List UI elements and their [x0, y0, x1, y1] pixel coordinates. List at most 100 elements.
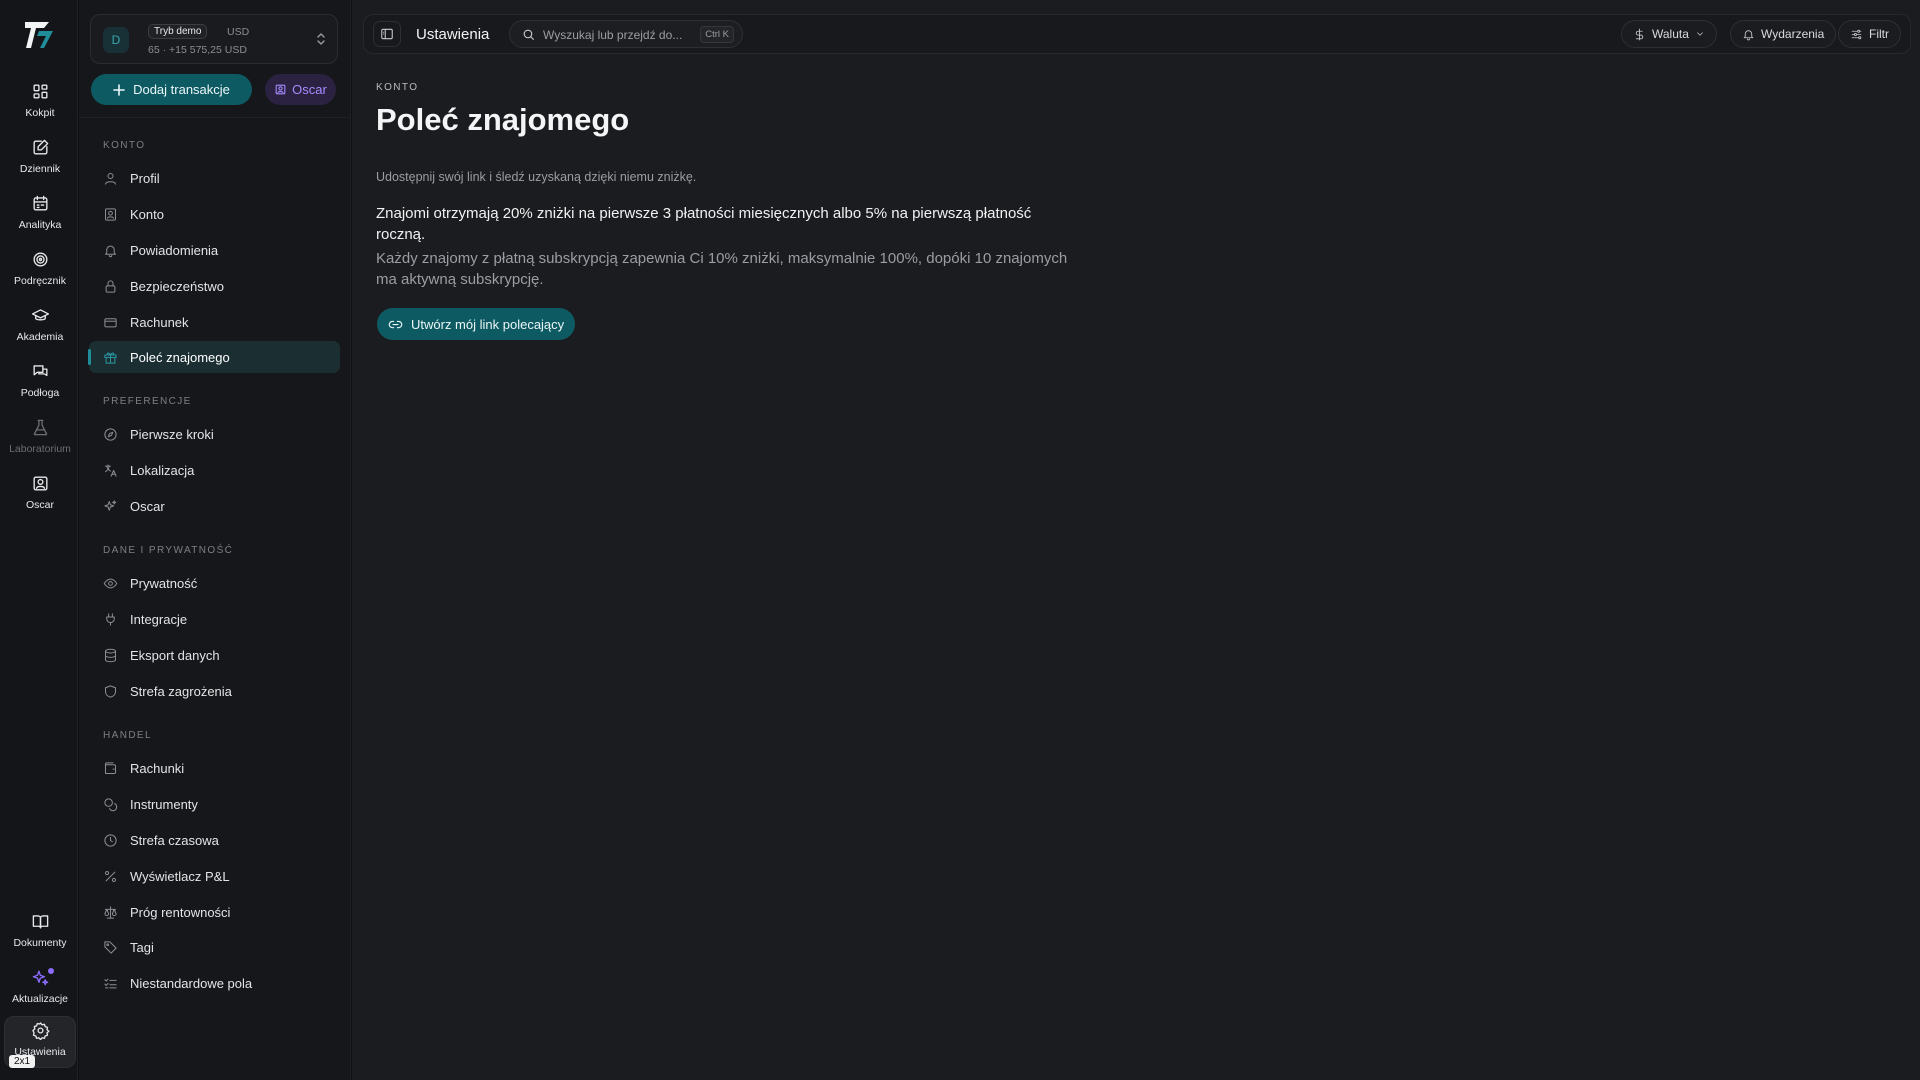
coins-icon [104, 797, 118, 811]
sidebar-item-niestandardowe-pola[interactable]: Niestandardowe pola [89, 967, 340, 999]
account-currency: USD [227, 26, 250, 38]
rail-dokumenty[interactable]: Dokumenty [4, 908, 76, 960]
sidebar-item-pierwsze-kroki[interactable]: Pierwsze kroki [89, 418, 340, 450]
events-label: Wydarzenia [1761, 27, 1825, 41]
section-title-dane: DANE I PRYWATNOŚĆ [103, 545, 234, 556]
rail-analityka[interactable]: Analityka [4, 190, 76, 242]
sidebar-item-bezpieczenstwo[interactable]: Bezpieczeństwo [89, 270, 340, 302]
sidebar-item-label: Integracje [130, 611, 188, 627]
section-title-handel: HANDEL [103, 730, 152, 741]
sparkle-icon [32, 970, 48, 986]
sidebar-toggle-icon [381, 28, 393, 40]
eye-icon [103, 578, 118, 588]
top-bar: Ustawienia Wyszukaj lub przejdź do... Ct… [363, 14, 1911, 54]
account-avatar: D [103, 27, 129, 53]
sidebar-item-label: Lokalizacja [130, 462, 195, 478]
contact-card-icon [105, 207, 116, 221]
tag-icon [104, 940, 117, 954]
book-icon [32, 915, 48, 929]
chat-icon [32, 365, 48, 377]
rail-label: Akademia [16, 331, 64, 343]
sidebar-item-lokalizacja[interactable]: Lokalizacja [89, 454, 340, 486]
sidebar-item-prywatnosc[interactable]: Prywatność [89, 567, 340, 599]
app-logo[interactable] [22, 18, 56, 52]
sidebar-item-label: Strefa czasowa [130, 832, 219, 848]
sidebar-item-label: Tagi [130, 939, 154, 955]
sidebar-item-konto[interactable]: Konto [89, 198, 340, 230]
rail-label: Dziennik [19, 163, 61, 175]
rail-podloga[interactable]: Podłoga [4, 358, 76, 410]
sidebar-item-tagi[interactable]: Tagi [89, 931, 340, 963]
rail-aktualizacje[interactable]: Aktualizacje [4, 964, 76, 1016]
sidebar-toggle-button[interactable] [373, 21, 401, 47]
sidebar-item-prog-rentownosci[interactable]: Próg rentowności [89, 896, 340, 928]
rail-akademia[interactable]: Akademia [4, 302, 76, 354]
sidebar-item-integracje[interactable]: Integracje [89, 603, 340, 635]
database-icon [105, 648, 116, 662]
zoom-badge: 2x1 [9, 1055, 36, 1068]
graduation-cap-icon [31, 309, 49, 321]
sidebar-item-strefa-czasowa[interactable]: Strefa czasowa [89, 824, 340, 856]
sidebar-item-label: Profil [130, 170, 160, 186]
sidebar-item-label: Rachunek [130, 314, 189, 330]
add-transaction-button[interactable]: Dodaj transakcje [91, 74, 252, 105]
sidebar-item-strefa-zagrozenia[interactable]: Strefa zagrożenia [89, 675, 340, 707]
target-icon [32, 252, 48, 267]
sidebar-item-eksport-danych[interactable]: Eksport danych [89, 639, 340, 671]
rail-label: Analityka [18, 219, 62, 231]
sidebar-item-label: Konto [130, 206, 164, 222]
sidebar-item-label: Niestandardowe pola [130, 975, 253, 991]
oscar-label: Oscar [292, 82, 327, 97]
sidebar-item-wyswietlacz-pl[interactable]: Wyświetlacz P&L [89, 860, 340, 892]
events-button[interactable]: Wydarzenia [1730, 20, 1837, 48]
sidebar-item-polec-znajomego[interactable]: Poleć znajomego [88, 341, 340, 373]
rail-kokpit[interactable]: Kokpit [4, 78, 76, 130]
create-referral-link-button[interactable]: Utwórz mój link polecający [377, 308, 576, 340]
sidebar-item-instrumenty[interactable]: Instrumenty [89, 788, 340, 820]
sliders-icon [1851, 29, 1862, 39]
rail-label: Dokumenty [13, 937, 67, 949]
rail-laboratorium[interactable]: Laboratorium [4, 414, 76, 466]
translate-icon [105, 463, 117, 477]
search-input[interactable]: Wyszukaj lub przejdź do... Ctrl K [509, 20, 743, 48]
link-icon [388, 320, 403, 328]
demo-mode-badge: Tryb demo [148, 24, 208, 39]
rail-label: Oscar [25, 499, 54, 511]
sidebar-item-rachunki[interactable]: Rachunki [89, 752, 340, 784]
dollar-icon [1635, 28, 1644, 40]
page-header-title: Ustawienia [416, 26, 490, 43]
currency-dropdown[interactable]: Waluta [1621, 20, 1717, 48]
section-title-preferencje: PREFERENCJE [103, 396, 192, 407]
checklist-icon [104, 978, 117, 988]
sidebar-item-profil[interactable]: Profil [89, 162, 340, 194]
filter-button[interactable]: Filtr [1838, 20, 1901, 48]
sparkle-icon [104, 499, 117, 511]
sidebar-item-oscar[interactable]: Oscar [89, 490, 340, 522]
sidebar-item-label: Strefa zagrożenia [130, 683, 232, 699]
lock-icon [105, 279, 116, 293]
percent-icon [105, 870, 116, 882]
sidebar-item-powiadomienia[interactable]: Powiadomienia [89, 234, 340, 266]
journal-icon [32, 139, 48, 155]
sidebar-item-label: Pierwsze kroki [130, 426, 214, 442]
rail-label: Laboratorium [9, 443, 71, 455]
sidebar-item-label: Prywatność [130, 575, 198, 591]
settings-sidebar: D Tryb demo USD 65 · +15 575,25 USD Doda… [79, 0, 351, 1080]
page-title: Poleć znajomego [376, 102, 630, 137]
account-switcher[interactable]: D Tryb demo USD 65 · +15 575,25 USD [90, 14, 338, 64]
sidebar-item-label: Bezpieczeństwo [130, 278, 224, 294]
section-title-konto: KONTO [103, 140, 146, 151]
rail-oscar[interactable]: Oscar [4, 470, 76, 522]
currency-label: Waluta [1652, 27, 1689, 41]
app-rail: Kokpit Dziennik Analityka Podręcznik Aka… [0, 0, 78, 1080]
flask-icon [33, 419, 47, 436]
rail-dziennik[interactable]: Dziennik [4, 134, 76, 186]
breadcrumb: KONTO [376, 82, 419, 93]
bell-icon [105, 245, 116, 257]
sidebar-item-rachunek[interactable]: Rachunek [89, 306, 340, 338]
oscar-button[interactable]: Oscar [265, 74, 336, 105]
rail-podrecznik[interactable]: Podręcznik [4, 246, 76, 298]
plus-icon [113, 83, 125, 96]
wallet-icon [105, 761, 116, 774]
search-placeholder: Wyszukaj lub przejdź do... [543, 28, 683, 42]
